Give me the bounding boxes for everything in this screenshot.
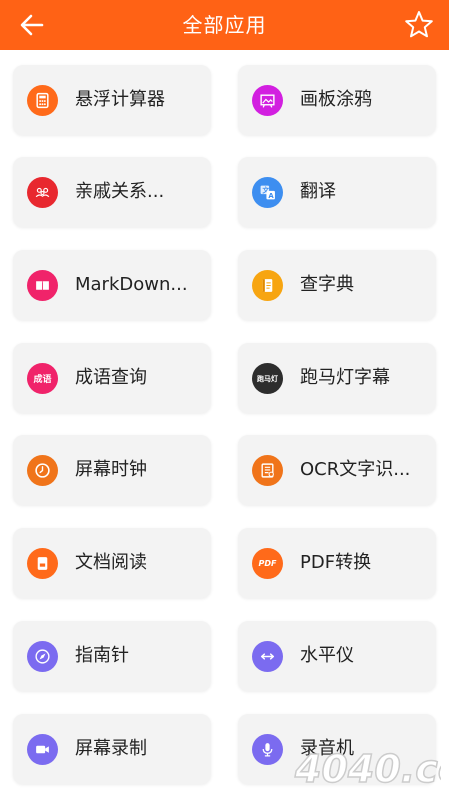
app-card-pdf-convert[interactable]: PDF PDF转换 [238, 528, 436, 598]
app-label: 成语查询 [75, 367, 147, 388]
app-card-marquee[interactable]: 跑马灯 跑马灯字幕 [238, 343, 436, 413]
dictionary-icon [252, 270, 283, 301]
app-card-recorder[interactable]: 录音机 [238, 714, 436, 784]
app-label: 文档阅读 [75, 552, 147, 573]
app-card-idiom[interactable]: 成语 成语查询 [13, 343, 211, 413]
app-label: PDF转换 [300, 552, 372, 573]
clock-icon [27, 455, 58, 486]
idiom-icon: 成语 [27, 363, 58, 394]
star-outline-icon [405, 11, 433, 38]
app-label: 指南针 [75, 645, 129, 666]
ocr-icon [252, 455, 283, 486]
app-label: 亲戚关系... [75, 181, 165, 202]
pdf-icon: PDF [252, 548, 283, 579]
svg-text:A: A [268, 192, 274, 200]
page-title: 全部应用 [182, 13, 267, 37]
app-header: 全部应用 [0, 0, 449, 50]
app-card-relatives[interactable]: 亲戚关系... [13, 157, 211, 227]
idiom-icon-text: 成语 [33, 375, 52, 385]
marquee-icon-text: 跑马灯 [257, 374, 278, 383]
app-card-translate[interactable]: 文A 翻译 [238, 157, 436, 227]
app-label: 画板涂鸦 [300, 89, 372, 110]
app-label: 屏幕时钟 [75, 459, 147, 480]
drawing-board-icon [252, 85, 283, 116]
app-card-screen-clock[interactable]: 屏幕时钟 [13, 435, 211, 505]
screen-record-icon [27, 734, 58, 765]
app-card-screen-record[interactable]: 屏幕录制 [13, 714, 211, 784]
translate-icon: 文A [252, 177, 283, 208]
app-label: MarkDown... [75, 274, 188, 295]
app-label: 屏幕录制 [75, 738, 147, 759]
app-label: OCR文字识... [300, 459, 411, 480]
app-card-dictionary[interactable]: 查字典 [238, 250, 436, 320]
app-label: 悬浮计算器 [75, 89, 165, 110]
pdf-icon-text: PDF [258, 559, 277, 568]
app-card-drawing-board[interactable]: 画板涂鸦 [238, 65, 436, 135]
app-card-calculator[interactable]: 悬浮计算器 [13, 65, 211, 135]
app-card-compass[interactable]: 指南针 [13, 621, 211, 691]
app-label: 跑马灯字幕 [300, 367, 390, 388]
app-label: 翻译 [300, 181, 336, 202]
app-label: 水平仪 [300, 645, 354, 666]
app-card-level[interactable]: 水平仪 [238, 621, 436, 691]
app-card-document-reader[interactable]: 文档阅读 [13, 528, 211, 598]
calculator-icon [27, 85, 58, 116]
relatives-icon [27, 177, 58, 208]
app-card-ocr[interactable]: OCR文字识... [238, 435, 436, 505]
level-icon [252, 641, 283, 672]
app-grid: 悬浮计算器 画板涂鸦 亲戚关系... 文A 翻译 MarkDown... 查字典 [0, 50, 449, 800]
compass-icon [27, 641, 58, 672]
markdown-book-icon [27, 270, 58, 301]
app-label: 录音机 [300, 738, 354, 759]
favorite-button[interactable] [403, 9, 435, 41]
document-icon [27, 548, 58, 579]
microphone-icon [252, 734, 283, 765]
app-card-markdown[interactable]: MarkDown... [13, 250, 211, 320]
marquee-icon: 跑马灯 [252, 363, 283, 394]
app-label: 查字典 [300, 274, 354, 295]
